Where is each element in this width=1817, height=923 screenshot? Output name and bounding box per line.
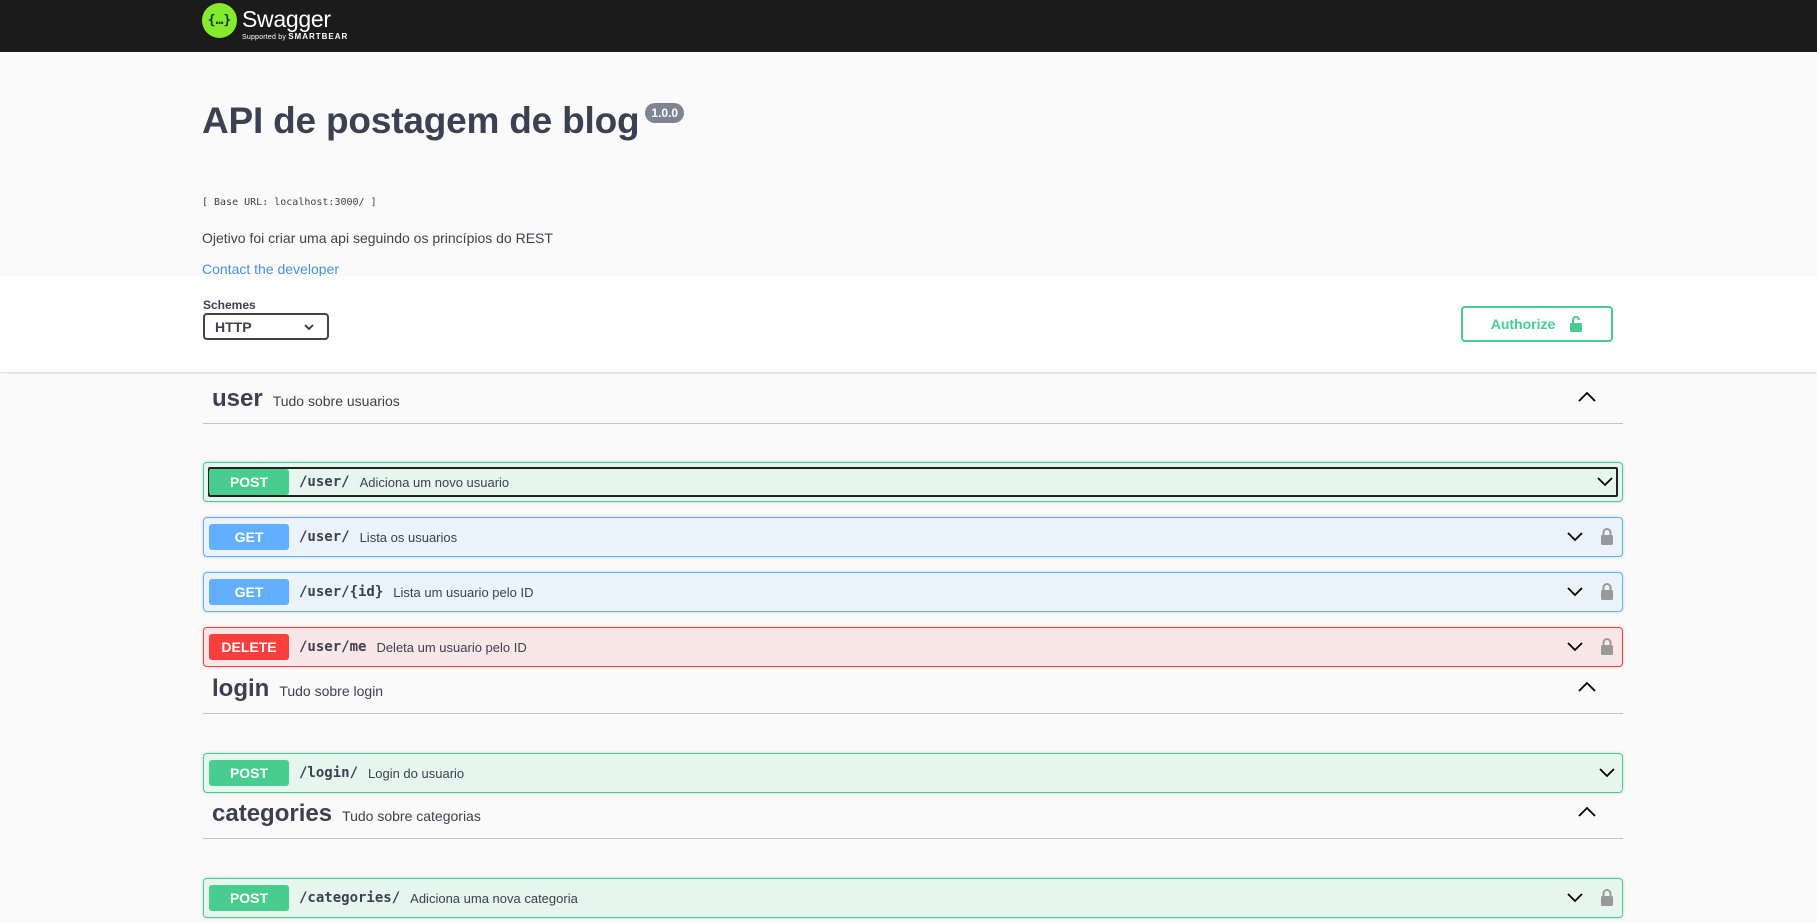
schemes-select[interactable]: HTTP — [203, 313, 329, 340]
tag-name: categories — [212, 799, 333, 827]
authorize-button[interactable]: Authorize — [1461, 306, 1613, 342]
method-badge: POST — [209, 885, 289, 911]
operation-get-users[interactable]: GET /user/ Lista os usuarios — [203, 517, 1623, 557]
operation-summary: Adiciona um novo usuario — [359, 474, 510, 490]
operation-path: /user/{id} — [299, 584, 384, 600]
swagger-logo-icon: {…} — [202, 3, 237, 38]
chevron-down-icon[interactable] — [1566, 641, 1584, 653]
api-title: API de postagem de blog — [202, 100, 640, 141]
contact-link[interactable]: Contact the developer — [202, 261, 339, 277]
authorize-label: Authorize — [1490, 316, 1556, 332]
chevron-up-icon[interactable] — [1577, 806, 1597, 818]
operation-summary: Adiciona uma nova categoria — [410, 890, 578, 906]
lock-icon[interactable] — [1600, 582, 1614, 601]
tag-header-user[interactable]: user Tudo sobre usuarios — [203, 374, 1623, 424]
api-description: Ojetivo foi criar uma api seguindo os pr… — [202, 230, 553, 246]
tag-header-categories[interactable]: categories Tudo sobre categorias — [203, 789, 1623, 839]
chevron-down-icon[interactable] — [1566, 892, 1584, 904]
operation-path: /user/ — [299, 474, 350, 490]
operation-path: /login/ — [299, 765, 359, 781]
chevron-up-icon[interactable] — [1577, 681, 1597, 693]
lock-icon[interactable] — [1600, 888, 1614, 907]
chevron-down-icon — [304, 324, 314, 331]
tag-header-login[interactable]: login Tudo sobre login — [203, 664, 1623, 714]
operation-post-categories[interactable]: POST /categories/ Adiciona uma nova cate… — [203, 878, 1623, 918]
schemes-selected-value: HTTP — [215, 318, 252, 335]
logo-subtitle: Supported by SMARTBEAR — [242, 32, 349, 41]
operation-summary: Deleta um usuario pelo ID — [376, 639, 527, 655]
method-badge: GET — [209, 524, 289, 550]
chevron-up-icon[interactable] — [1577, 391, 1597, 403]
operation-path: /user/ — [299, 529, 350, 545]
method-badge: POST — [209, 469, 289, 495]
operation-path: /user/me — [299, 639, 367, 655]
operation-summary: Lista os usuarios — [359, 529, 458, 545]
unlock-icon — [1570, 316, 1583, 332]
tag-name: user — [212, 384, 263, 412]
swagger-logo[interactable]: {…} Swagger Supported by SMARTBEAR — [202, 2, 348, 41]
operation-summary: Login do usuario — [368, 765, 465, 781]
tag-description: Tudo sobre categorias — [342, 807, 481, 824]
operation-summary: Lista um usuario pelo ID — [393, 584, 534, 600]
method-badge: POST — [209, 760, 289, 786]
operation-get-user-by-id[interactable]: GET /user/{id} Lista um usuario pelo ID — [203, 572, 1623, 612]
lock-icon[interactable] — [1600, 527, 1614, 546]
tag-name: login — [212, 674, 270, 702]
method-badge: DELETE — [209, 634, 289, 660]
tag-description: Tudo sobre usuarios — [272, 392, 400, 409]
chevron-down-icon[interactable] — [1566, 531, 1584, 543]
schemes-bar: Schemes HTTP Authorize — [0, 276, 1817, 372]
chevron-down-icon[interactable] — [1596, 476, 1614, 488]
info-section: API de postagem de blog 1.0.0 [ Base URL… — [0, 52, 1817, 277]
method-badge: GET — [209, 579, 289, 605]
chevron-down-icon[interactable] — [1598, 767, 1616, 779]
tag-description: Tudo sobre login — [279, 682, 384, 699]
schemes-label: Schemes — [203, 298, 256, 312]
operation-post-user[interactable]: POST /user/ Adiciona um novo usuario — [203, 462, 1623, 502]
operation-post-login[interactable]: POST /login/ Login do usuario — [203, 753, 1623, 793]
version-badge: 1.0.0 — [645, 103, 685, 123]
lock-icon[interactable] — [1600, 637, 1614, 656]
logo-title: Swagger — [242, 6, 331, 32]
operation-delete-user[interactable]: DELETE /user/me Deleta um usuario pelo I… — [203, 627, 1623, 667]
topbar: {…} Swagger Supported by SMARTBEAR — [0, 0, 1817, 52]
chevron-down-icon[interactable] — [1566, 586, 1584, 598]
base-url: [ Base URL: localhost:3000/ ] — [202, 197, 377, 208]
operation-path: /categories/ — [299, 890, 401, 906]
